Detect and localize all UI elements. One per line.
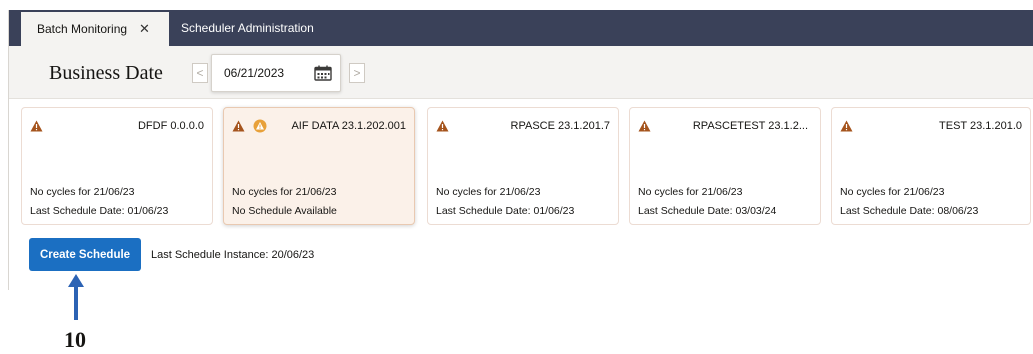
card-schedule-text: Last Schedule Date: 08/06/23 [840, 205, 979, 217]
business-date-value: 06/21/2023 [224, 66, 285, 80]
card-name: RPASCETEST 23.1.2... [692, 120, 808, 132]
callout-number: 10 [64, 327, 86, 352]
card-header: RPASCETEST 23.1.2... [638, 118, 812, 134]
alert-circle-icon [253, 119, 267, 133]
card-header: TEST 23.1.201.0 [840, 118, 1022, 134]
tab-scheduler-administration[interactable]: Scheduler Administration [181, 10, 314, 46]
business-date-row: Business Date < 06/21/2023 > [9, 46, 1033, 94]
card-schedule-text: No Schedule Available [232, 205, 337, 217]
warning-icon [232, 120, 245, 132]
card-name: AIF DATA 23.1.202.001 [291, 120, 406, 132]
app-window: Batch Monitoring ✕ Scheduler Administrat… [8, 10, 1033, 290]
card-cycles-text: No cycles for 21/06/23 [436, 186, 541, 198]
card-cycles-text: No cycles for 21/06/23 [30, 186, 135, 198]
next-date-button[interactable]: > [349, 63, 365, 83]
card-cycles-text: No cycles for 21/06/23 [232, 186, 337, 198]
close-icon[interactable]: ✕ [139, 21, 150, 37]
business-date-title: Business Date [49, 62, 163, 84]
business-date-input[interactable]: 06/21/2023 [211, 54, 341, 92]
create-schedule-button[interactable]: Create Schedule [29, 238, 141, 271]
tab-batch-monitoring-label: Batch Monitoring [37, 22, 128, 36]
schedule-card[interactable]: RPASCETEST 23.1.2... No cycles for 21/06… [629, 107, 821, 225]
tab-batch-monitoring[interactable]: Batch Monitoring ✕ [21, 10, 169, 46]
schedule-card[interactable]: DFDF 0.0.0.0 No cycles for 21/06/23 Last… [21, 107, 213, 225]
card-name: TEST 23.1.201.0 [939, 120, 1022, 132]
schedule-card-selected[interactable]: AIF DATA 23.1.202.001 No cycles for 21/0… [223, 107, 415, 225]
tab-scheduler-administration-label: Scheduler Administration [181, 21, 314, 35]
card-header: AIF DATA 23.1.202.001 [232, 118, 406, 134]
card-schedule-text: Last Schedule Date: 03/03/24 [638, 205, 777, 217]
card-schedule-text: Last Schedule Date: 01/06/23 [436, 205, 575, 217]
calendar-icon[interactable] [314, 65, 332, 81]
schedule-card[interactable]: TEST 23.1.201.0 No cycles for 21/06/23 L… [831, 107, 1031, 225]
card-cycles-text: No cycles for 21/06/23 [840, 186, 945, 198]
schedule-card[interactable]: RPASCE 23.1.201.7 No cycles for 21/06/23… [427, 107, 619, 225]
warning-icon [30, 120, 43, 132]
last-schedule-instance: Last Schedule Instance: 20/06/23 [151, 249, 315, 261]
tab-bar: Batch Monitoring ✕ Scheduler Administrat… [9, 10, 1033, 46]
card-name: RPASCE 23.1.201.7 [510, 120, 610, 132]
previous-date-button[interactable]: < [192, 63, 208, 83]
callout-arrow-icon [68, 274, 84, 320]
card-schedule-text: Last Schedule Date: 01/06/23 [30, 205, 169, 217]
card-header: RPASCE 23.1.201.7 [436, 118, 610, 134]
warning-icon [436, 120, 449, 132]
schedule-cards-panel: DFDF 0.0.0.0 No cycles for 21/06/23 Last… [9, 98, 1033, 290]
card-cycles-text: No cycles for 21/06/23 [638, 186, 743, 198]
card-header: DFDF 0.0.0.0 [30, 118, 204, 134]
screenshot-frame: Batch Monitoring ✕ Scheduler Administrat… [0, 0, 1033, 354]
warning-icon [638, 120, 651, 132]
warning-icon [840, 120, 853, 132]
card-name: DFDF 0.0.0.0 [137, 120, 204, 132]
